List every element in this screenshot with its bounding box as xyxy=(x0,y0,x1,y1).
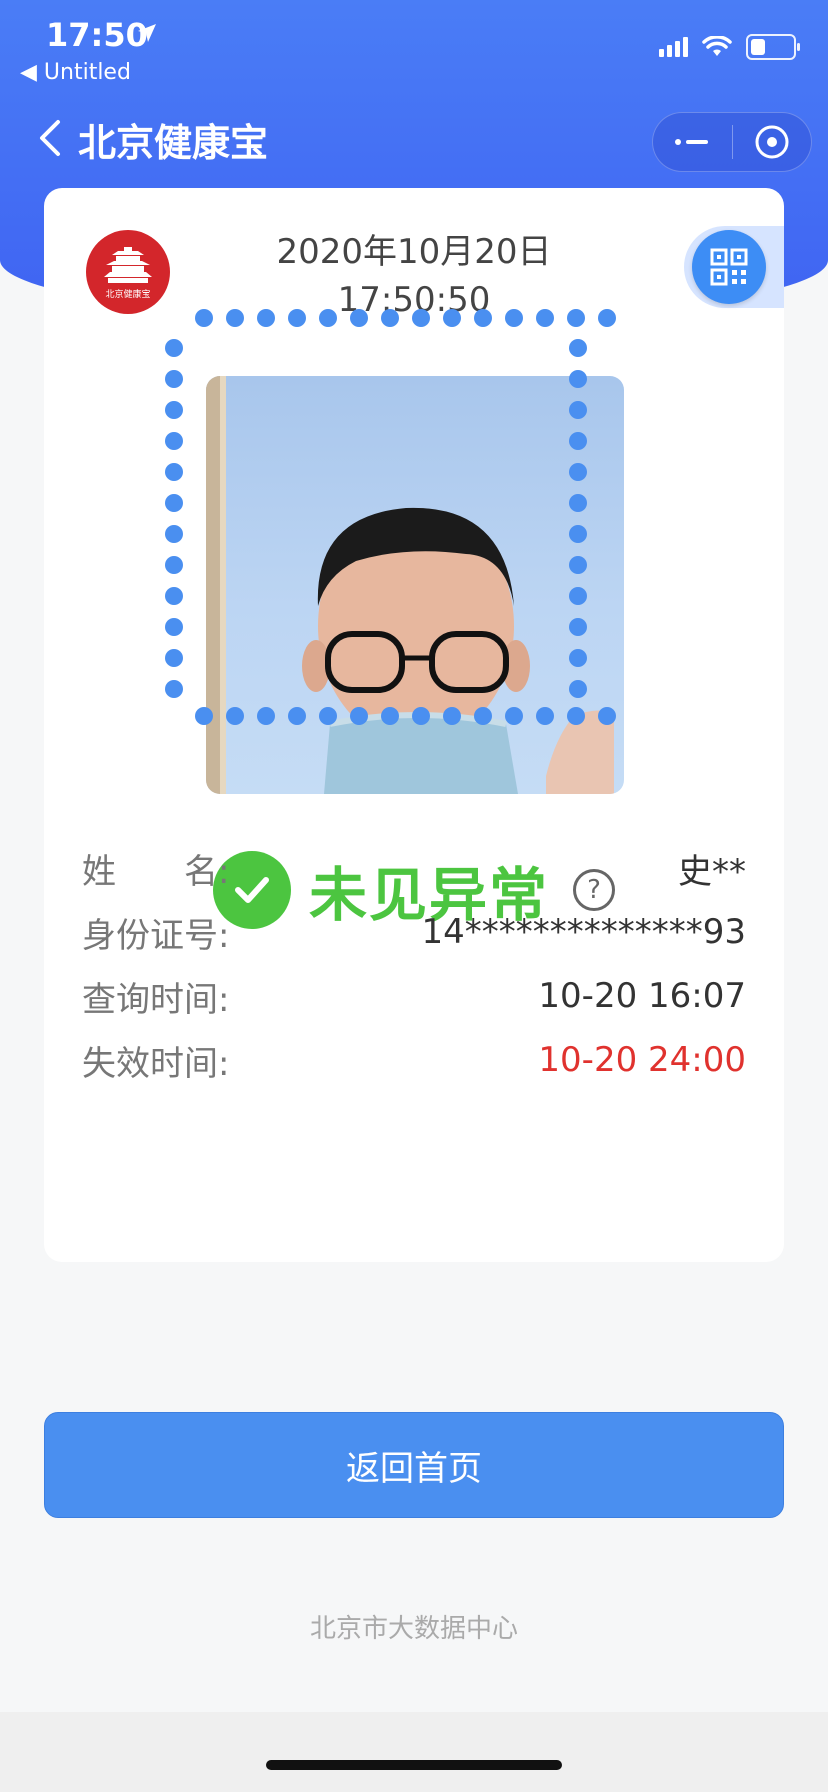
border-dot xyxy=(257,309,275,327)
location-arrow-icon xyxy=(138,24,156,42)
animated-dot-border xyxy=(165,309,616,725)
border-dot xyxy=(567,309,585,327)
border-dot xyxy=(319,707,337,725)
border-dot xyxy=(536,707,554,725)
border-dot xyxy=(381,309,399,327)
query-time-label: 查询时间: xyxy=(82,979,230,1020)
border-dot xyxy=(165,587,183,605)
border-dot xyxy=(165,525,183,543)
border-dot xyxy=(195,309,213,327)
info-row-query-time: 查询时间: 10-20 16:07 xyxy=(82,971,746,1021)
border-dot xyxy=(598,309,616,327)
status-time: 17:50 xyxy=(46,16,148,54)
border-dot xyxy=(350,707,368,725)
border-dot xyxy=(412,707,430,725)
close-target-icon xyxy=(755,125,789,159)
border-dot xyxy=(443,309,461,327)
border-dot xyxy=(165,556,183,574)
border-dot xyxy=(567,707,585,725)
close-button[interactable] xyxy=(733,113,812,171)
more-icon xyxy=(675,139,709,145)
border-dot xyxy=(569,432,587,450)
border-dot xyxy=(505,707,523,725)
border-dot xyxy=(165,370,183,388)
border-dot xyxy=(569,401,587,419)
miniprogram-capsule xyxy=(652,112,812,172)
id-label: 身份证号: xyxy=(82,915,230,956)
border-dot xyxy=(226,309,244,327)
signal-icon xyxy=(659,37,688,57)
id-value: 14**************93 xyxy=(421,912,746,952)
border-dot xyxy=(165,432,183,450)
border-dot xyxy=(288,707,306,725)
status-icons xyxy=(659,34,800,60)
border-dot xyxy=(195,707,213,725)
border-dot xyxy=(412,309,430,327)
border-dot xyxy=(569,680,587,698)
border-dot xyxy=(569,494,587,512)
border-dot xyxy=(474,309,492,327)
expiry-time-label: 失效时间: xyxy=(82,1043,230,1084)
border-dot xyxy=(165,494,183,512)
home-indicator[interactable] xyxy=(266,1760,562,1770)
return-home-button[interactable]: 返回首页 xyxy=(44,1412,784,1518)
border-dot xyxy=(569,339,587,357)
home-indicator-area xyxy=(0,1712,828,1792)
border-dot xyxy=(350,309,368,327)
border-dot xyxy=(381,707,399,725)
footer-text: 北京市大数据中心 xyxy=(309,1614,518,1644)
info-row-name: 姓 名: 史** xyxy=(82,843,746,893)
border-dot xyxy=(569,618,587,636)
border-dot xyxy=(226,707,244,725)
border-dot xyxy=(165,649,183,667)
back-to-app-link[interactable]: ◀ Untitled xyxy=(20,60,131,85)
border-dot xyxy=(569,463,587,481)
info-row-expiry-time: 失效时间: 10-20 24:00 xyxy=(82,1035,746,1085)
border-dot xyxy=(165,339,183,357)
border-dot xyxy=(165,401,183,419)
border-dot xyxy=(443,707,461,725)
name-label: 姓 名: xyxy=(82,851,230,892)
wifi-icon xyxy=(702,36,732,56)
border-dot xyxy=(474,707,492,725)
border-dot xyxy=(598,707,616,725)
more-button[interactable] xyxy=(653,113,732,171)
query-time-value: 10-20 16:07 xyxy=(538,976,746,1016)
border-dot xyxy=(165,463,183,481)
info-row-id: 身份证号: 14**************93 xyxy=(82,907,746,957)
border-dot xyxy=(257,707,275,725)
battery-icon xyxy=(746,34,800,60)
health-card: 北京健康宝 2020年10月20日 17:50:50 未见异常 ? 姓 名: 史… xyxy=(44,188,784,1262)
expiry-time-value: 10-20 24:00 xyxy=(538,1040,746,1080)
border-dot xyxy=(165,618,183,636)
border-dot xyxy=(536,309,554,327)
border-dot xyxy=(569,556,587,574)
border-dot xyxy=(569,525,587,543)
back-arrow-icon[interactable] xyxy=(38,118,62,158)
border-dot xyxy=(569,587,587,605)
border-dot xyxy=(505,309,523,327)
page-title: 北京健康宝 xyxy=(78,121,269,165)
border-dot xyxy=(569,649,587,667)
border-dot xyxy=(569,370,587,388)
border-dot xyxy=(288,309,306,327)
border-dot xyxy=(319,309,337,327)
border-dot xyxy=(165,680,183,698)
name-value: 史** xyxy=(678,851,746,892)
